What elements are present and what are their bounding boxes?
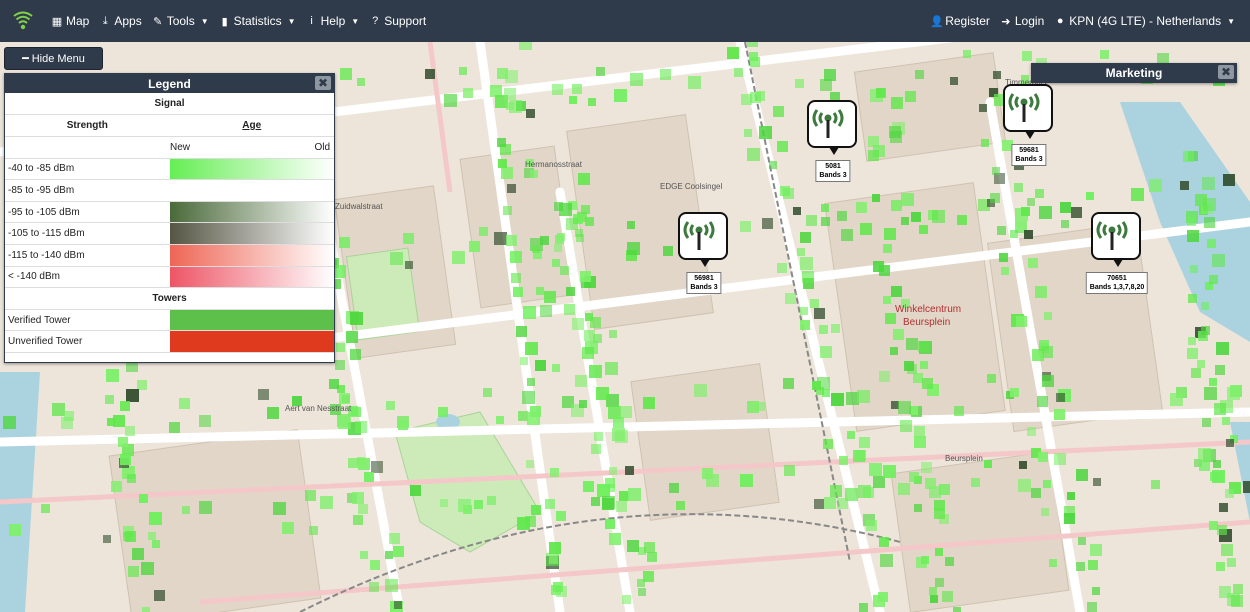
site-logo-icon[interactable]	[0, 0, 46, 42]
legend-row: -95 to -105 dBm	[5, 201, 334, 224]
legend-row: Unverified Tower	[5, 331, 334, 353]
question-icon: ?	[372, 15, 379, 27]
legend-row-label: -85 to -95 dBm	[8, 184, 75, 196]
legend-swatch	[170, 223, 334, 244]
wrench-icon: ✎	[153, 15, 163, 28]
legend-close-icon[interactable]: ✖	[315, 76, 331, 90]
tower-marker[interactable]: 59681 Bands 3	[1003, 84, 1055, 166]
map-label-street-4: Aert van Nesstraat	[285, 404, 352, 413]
nav-statistics[interactable]: ▮ Statistics ▼	[214, 0, 301, 42]
top-navbar: ▦ Map ⤓ Apps ✎ Tools ▼ ▮ Statistics ▼ i Help ▼? Suppo…	[0, 0, 1250, 42]
tower-label: 56981 Bands 3	[686, 272, 722, 294]
nav-left-menu: ▦ Map ⤓ Apps ✎ Tools ▼ ▮ Statistics ▼ i Help ▼? Suppo…	[46, 0, 431, 42]
map-label-street-3: Beursplein	[945, 454, 983, 463]
nav-apps[interactable]: ⤓ Apps	[94, 0, 146, 42]
tower-label: 5081 Bands 3	[815, 160, 851, 182]
legend-row-label: -115 to -140 dBm	[8, 249, 85, 261]
download-icon: ⤓	[102, 14, 108, 27]
legend-row-label: -95 to -105 dBm	[8, 206, 80, 218]
nav-label: Apps	[114, 14, 142, 28]
map-label-edge: EDGE Coolsingel	[660, 182, 723, 191]
legend-swatch	[170, 180, 334, 201]
map-label-street-2: Zuidwalstraat	[335, 202, 383, 211]
legend-row-label: Verified Tower	[8, 314, 71, 326]
marketing-panel: Marketing ✖	[1031, 63, 1237, 83]
user-plus-icon: 👤	[930, 15, 944, 28]
signal-heading: Signal	[5, 93, 334, 115]
map-label-winkelcentrum: Winkelcentrum	[895, 304, 962, 315]
map-label-beursplein: Beursplein	[903, 317, 951, 328]
legend-swatch	[170, 331, 334, 352]
caret-down-icon: ▼	[200, 16, 209, 26]
caret-down-icon: ▼	[351, 16, 360, 26]
legend-row-label: Unverified Tower	[8, 336, 83, 348]
legend-swatch	[170, 201, 334, 223]
marketing-close-icon[interactable]: ✖	[1218, 65, 1234, 79]
nav-label: Register	[945, 14, 990, 28]
tower-label: 59681 Bands 3	[1011, 144, 1047, 166]
legend-row: < -140 dBm	[5, 266, 334, 289]
legend-swatch	[170, 309, 334, 331]
legend-row: -85 to -95 dBm	[5, 180, 334, 202]
nav-help[interactable]: i Help ▼	[301, 0, 365, 42]
age-heading[interactable]: Age	[170, 120, 335, 131]
legend-swatch	[170, 158, 334, 180]
legend-row: Verified Tower	[5, 309, 334, 332]
cell-tower-icon	[1091, 212, 1141, 267]
nav-support[interactable]: ? Support	[364, 0, 431, 42]
age-new-label: New	[170, 141, 191, 153]
legend-column-headers: Strength Age	[5, 115, 334, 137]
legend-row: -105 to -115 dBm	[5, 223, 334, 245]
nav-label: Tools	[166, 14, 195, 28]
caret-down-icon: ▼	[1227, 16, 1235, 26]
bar-chart-icon: ▮	[221, 15, 228, 28]
map-label-street-1: Hermanosstraat	[525, 160, 582, 169]
nav-label: Statistics	[233, 14, 282, 28]
cell-tower-icon	[807, 100, 857, 155]
legend-swatch	[170, 244, 334, 266]
caret-down-icon: ▼	[287, 16, 296, 26]
legend-title: Legend	[148, 76, 191, 91]
towers-heading: Towers	[5, 288, 334, 310]
nav-label: Support	[384, 14, 427, 28]
age-scale: New Old	[5, 137, 334, 159]
minus-icon: ━	[22, 53, 29, 65]
cell-tower-icon	[1003, 84, 1053, 139]
tower-label: 70651 Bands 1,3,7,8,20	[1085, 272, 1149, 294]
nav-label: Help	[320, 14, 346, 28]
marketing-title: Marketing	[1105, 66, 1163, 80]
nav-label: Login	[1014, 14, 1045, 28]
tower-marker[interactable]: 56981 Bands 3	[678, 212, 730, 294]
tower-marker[interactable]: 5081 Bands 3	[807, 100, 859, 182]
hide-menu-button[interactable]: ━ Hide Menu	[4, 47, 103, 70]
legend-row: -40 to -85 dBm	[5, 158, 334, 181]
nav-label: Map	[66, 14, 90, 28]
login-icon: ➜	[1001, 15, 1011, 28]
nav-kpn-4g-lte-netherlands[interactable]: ● KPN (4G LTE) - Netherlands ▼	[1049, 0, 1240, 42]
tower-marker[interactable]: 70651 Bands 1,3,7,8,20	[1085, 212, 1149, 294]
legend-row-label: -105 to -115 dBm	[8, 228, 85, 240]
map-icon: ▦	[51, 15, 63, 28]
nav-right-menu: 👤 Register ➜ Login ● KPN (4G LTE) - Netherlan…	[925, 0, 1250, 42]
legend-panel: Legend ✖ Signal Strength Age New Old -40…	[4, 73, 335, 363]
map-marker-icon: ●	[1056, 15, 1064, 27]
age-old-label: Old	[314, 141, 330, 153]
nav-register[interactable]: 👤 Register	[925, 0, 995, 42]
strength-heading: Strength	[66, 119, 108, 131]
nav-login[interactable]: ➜ Login	[995, 0, 1049, 42]
legend-header: Legend ✖	[5, 74, 334, 93]
legend-row: -115 to -140 dBm	[5, 244, 334, 267]
nav-map[interactable]: ▦ Map	[46, 0, 94, 42]
legend-swatch	[170, 266, 334, 288]
nav-tools[interactable]: ✎ Tools ▼	[147, 0, 214, 42]
info-icon: i	[310, 15, 313, 27]
nav-label: KPN (4G LTE) - Netherlands	[1069, 14, 1222, 28]
legend-row-label: -40 to -85 dBm	[8, 163, 75, 175]
cell-tower-icon	[678, 212, 728, 267]
legend-row-label: < -140 dBm	[8, 271, 60, 283]
hide-menu-label: Hide Menu	[31, 52, 85, 65]
